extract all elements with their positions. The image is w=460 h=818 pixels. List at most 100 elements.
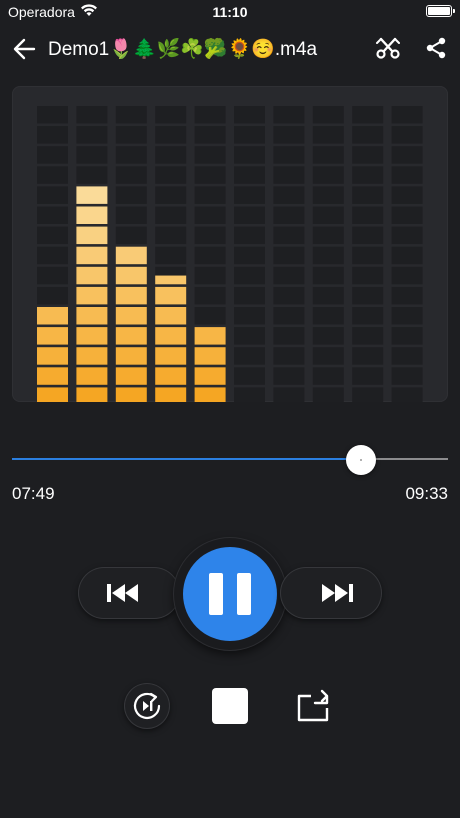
equalizer-cell [391,106,423,124]
stop-icon [212,688,248,724]
equalizer-bar-segment [115,246,147,265]
equalizer-cell [312,367,344,385]
pause-button[interactable] [183,547,277,641]
clock: 11:10 [212,4,248,20]
equalizer-cell [194,106,226,124]
equalizer-cell [273,186,305,204]
equalizer-bar-segment [37,367,68,385]
equalizer-bar-segment [76,246,108,265]
equalizer-cell [155,146,187,164]
equalizer-cell [234,226,265,245]
progress-slider[interactable] [12,445,448,475]
equalizer-cell [155,166,187,184]
equalizer-bar-segment [194,387,226,402]
previous-button[interactable] [78,567,180,619]
equalizer-cell [37,106,68,124]
progress-knob[interactable] [345,445,376,475]
equalizer-bar-segment [155,367,187,385]
equalizer-cell [234,166,265,184]
equalizer-cell [352,166,384,184]
equalizer-bar-segment [76,226,108,245]
equalizer-cell [391,286,423,305]
next-button[interactable] [280,567,382,619]
equalizer-cell [234,106,265,124]
equalizer-bar-segment [76,307,108,325]
equalizer-cell [312,246,344,265]
equalizer-cell [234,206,265,224]
scissors-icon[interactable] [374,34,402,62]
replay-button[interactable] [124,683,170,729]
equalizer-cell [194,266,226,285]
equalizer-cell [194,226,226,245]
equalizer-cell [234,126,265,144]
equalizer-bar-segment [37,327,68,345]
equalizer-cell [312,106,344,124]
equalizer-cell [352,307,384,325]
equalizer-cell [391,347,423,365]
equalizer-bar-segment [76,367,108,385]
total-time: 09:33 [405,484,448,503]
equalizer-cell [76,106,108,124]
equalizer-cell [234,246,265,265]
equalizer-cell [312,307,344,325]
equalizer-cell [312,186,344,204]
equalizer-bar-segment [115,367,147,385]
equalizer-cell [273,146,305,164]
equalizer-cell [37,206,68,224]
equalizer-bar-segment [155,387,187,402]
equalizer-cell [352,146,384,164]
equalizer-cell [352,387,384,402]
equalizer-cell [194,286,226,305]
equalizer-cell [391,307,423,325]
equalizer-cell [155,206,187,224]
equalizer-cell [37,126,68,144]
equalizer-cell [37,266,68,285]
equalizer-cell [273,327,305,345]
equalizer-cell [194,206,226,224]
pause-icon [237,573,251,615]
equalizer-bar-segment [115,387,147,402]
equalizer-cell [155,246,187,265]
share-icon[interactable] [422,34,450,62]
equalizer-cell [391,327,423,345]
equalizer-cell [273,347,305,365]
equalizer-cell [37,226,68,245]
replay-icon [133,692,161,719]
equalizer-cell [115,186,147,204]
equalizer-cell [194,146,226,164]
equalizer-cell [273,166,305,184]
equalizer-bar-segment [194,327,226,345]
nav-bar: Demo1🌷🌲🌿☘️🥦🌻☺️.m4a [0,28,460,68]
skip-previous-icon [107,584,138,602]
equalizer-bar-segment [76,327,108,345]
equalizer-cell [352,266,384,285]
equalizer-cell [312,146,344,164]
equalizer-cell [391,226,423,245]
arrow-left-icon[interactable] [10,34,40,64]
stop-button[interactable] [207,683,253,729]
repeat-button[interactable] [291,683,337,729]
equalizer-cell [37,246,68,265]
equalizer-cell [76,146,108,164]
equalizer-bar-segment [155,347,187,365]
status-bar: Operadora 11:10 [0,0,460,24]
equalizer-bar-segment [76,286,108,305]
equalizer-cell [273,126,305,144]
equalizer-cell [37,166,68,184]
equalizer-cell [37,186,68,204]
equalizer-cell [391,367,423,385]
equalizer-cell [273,266,305,285]
equalizer-cell [312,387,344,402]
equalizer-cell [352,206,384,224]
equalizer-bar-segment [115,286,147,305]
equalizer-cell [273,226,305,245]
equalizer-cell [312,126,344,144]
equalizer-cell [352,286,384,305]
equalizer-cell [352,367,384,385]
equalizer-cell [234,347,265,365]
equalizer-cell [115,146,147,164]
equalizer-cell [273,367,305,385]
equalizer-cell [37,286,68,305]
equalizer-cell [273,387,305,402]
equalizer-bar-segment [155,286,187,305]
